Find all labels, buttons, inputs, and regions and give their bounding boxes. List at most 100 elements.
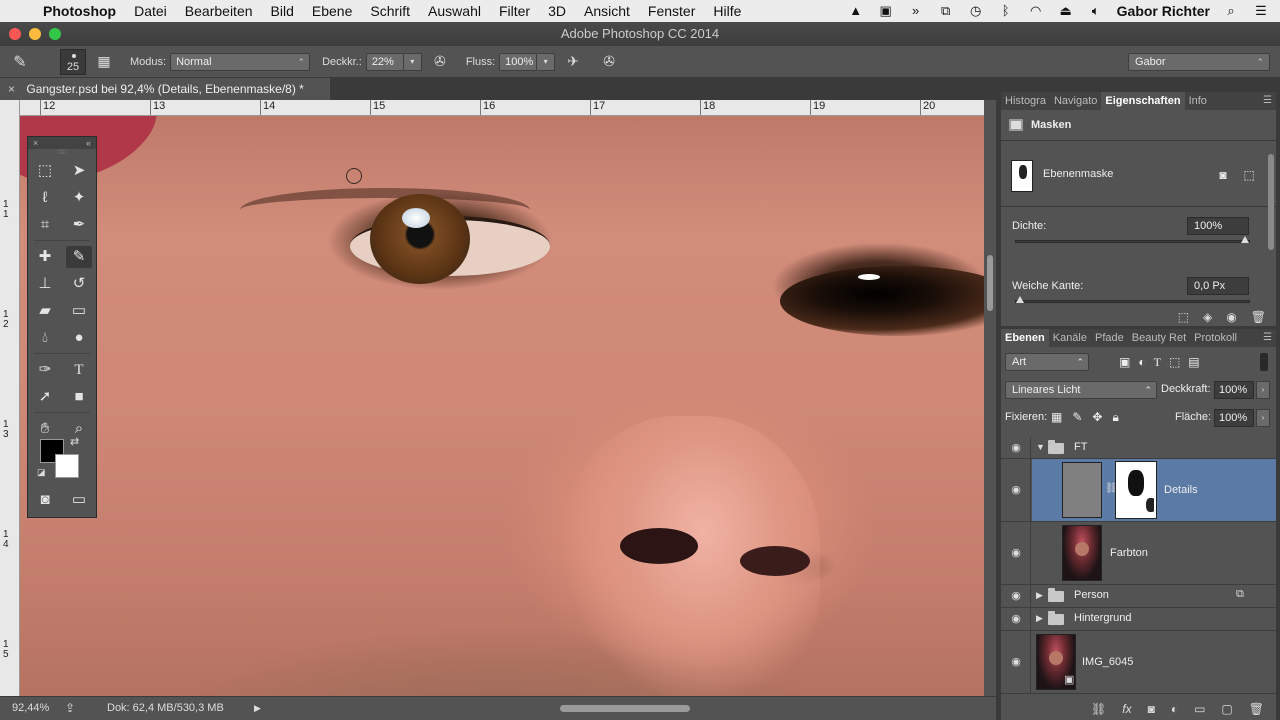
wifi-icon[interactable]: ◠ bbox=[1027, 4, 1045, 18]
tab-history[interactable]: Protokoll bbox=[1190, 329, 1241, 347]
close-tools-icon[interactable]: × bbox=[33, 137, 38, 149]
load-selection-icon[interactable]: ⬚ bbox=[1178, 308, 1189, 326]
delete-mask-icon[interactable]: 🗑︎ bbox=[1251, 308, 1266, 326]
lock-position-icon[interactable]: ✥ bbox=[1092, 409, 1102, 425]
menu-photoshop[interactable]: Photoshop bbox=[34, 3, 125, 19]
blend-mode-select[interactable]: Lineares Licht bbox=[1005, 381, 1157, 399]
delete-layer-icon[interactable]: 🗑︎ bbox=[1249, 698, 1264, 720]
lasso-tool-icon[interactable]: ℓ bbox=[32, 187, 58, 209]
quick-selection-tool-icon[interactable]: ✦ bbox=[66, 187, 92, 209]
canvas-vertical-scrollbar[interactable] bbox=[984, 100, 996, 696]
menu-bearbeiten[interactable]: Bearbeiten bbox=[176, 3, 262, 19]
tab-histogram[interactable]: Histogra bbox=[1001, 92, 1050, 110]
healing-brush-tool-icon[interactable]: ✚ bbox=[32, 246, 58, 268]
menu-schrift[interactable]: Schrift bbox=[361, 3, 419, 19]
visibility-eye-icon[interactable]: ◉ bbox=[1007, 589, 1025, 602]
zoom-window-button[interactable] bbox=[49, 28, 61, 40]
tab-navigator[interactable]: Navigato bbox=[1050, 92, 1101, 110]
quick-mask-icon[interactable]: ◙ bbox=[32, 489, 58, 511]
brush-tool-icon[interactable]: ✎ bbox=[66, 245, 92, 268]
layer-thumbnail[interactable] bbox=[1062, 462, 1102, 518]
tools-panel-header[interactable]: × « bbox=[28, 137, 96, 149]
layer-filter-select[interactable]: Art bbox=[1005, 353, 1089, 371]
hat-icon[interactable]: ▲ bbox=[847, 4, 865, 18]
properties-panel-menu-icon[interactable]: ☰ bbox=[1263, 92, 1276, 110]
type-tool-icon[interactable]: T bbox=[66, 359, 92, 381]
path-selection-tool-icon[interactable]: ➚ bbox=[32, 386, 58, 408]
eject-icon[interactable]: ⏏ bbox=[1057, 4, 1075, 18]
add-mask-icon[interactable]: ◙ bbox=[1148, 698, 1155, 720]
apply-mask-icon[interactable]: ◈ bbox=[1203, 308, 1212, 326]
search-icon[interactable]: ⌕ bbox=[1222, 4, 1240, 18]
feather-slider-knob[interactable] bbox=[1016, 296, 1024, 303]
filter-pixel-icon[interactable]: ▣ bbox=[1119, 353, 1130, 371]
group-expanded-icon[interactable]: ▼ bbox=[1036, 442, 1045, 452]
camera-icon[interactable]: ▣ bbox=[877, 4, 895, 18]
layer-row-hintergrund[interactable]: ◉ ▶ Hintergrund bbox=[1001, 608, 1276, 631]
airbrush-icon[interactable]: ✈ bbox=[561, 53, 585, 70]
new-group-icon[interactable]: ▭ bbox=[1194, 698, 1205, 720]
volume-icon[interactable]: 🔈︎ bbox=[1087, 4, 1105, 18]
marquee-tool-icon[interactable]: ⬚ bbox=[32, 160, 58, 182]
visibility-eye-icon[interactable]: ◉ bbox=[1007, 483, 1025, 496]
layer-row-farbton[interactable]: ◉ Farbton bbox=[1001, 522, 1276, 585]
tab-info[interactable]: Info bbox=[1185, 92, 1211, 110]
toggle-mask-visibility-icon[interactable]: ◉ bbox=[1226, 308, 1236, 326]
mode-select[interactable]: Normal bbox=[170, 52, 311, 71]
opacity-input[interactable]: 22% bbox=[365, 52, 404, 71]
hand-tool-icon[interactable]: ✋︎ bbox=[32, 418, 58, 440]
layers-panel-menu-icon[interactable]: ☰ bbox=[1263, 329, 1276, 347]
menu-3d[interactable]: 3D bbox=[539, 3, 575, 19]
history-brush-tool-icon[interactable]: ↺ bbox=[66, 273, 92, 295]
brush-panel-icon[interactable]: ▦ bbox=[92, 53, 116, 70]
canvas-horizontal-scroll-thumb[interactable] bbox=[560, 705, 690, 712]
brush-size-picker[interactable]: 25 bbox=[60, 48, 86, 75]
status-menu-arrow-icon[interactable]: ▶ bbox=[254, 697, 261, 719]
menu-hilfe[interactable]: Hilfe bbox=[704, 3, 750, 19]
minimize-window-button[interactable] bbox=[29, 28, 41, 40]
tab-channels[interactable]: Kanäle bbox=[1049, 329, 1091, 347]
crop-tool-icon[interactable]: ⌗ bbox=[32, 214, 58, 236]
canvas-vertical-scroll-thumb[interactable] bbox=[987, 255, 993, 311]
feather-slider[interactable] bbox=[1015, 296, 1250, 303]
document-canvas[interactable] bbox=[20, 116, 984, 696]
pressure-opacity-icon[interactable]: ✇ bbox=[428, 53, 452, 70]
visibility-eye-icon[interactable]: ◉ bbox=[1007, 441, 1025, 454]
menu-auswahl[interactable]: Auswahl bbox=[419, 3, 490, 19]
eyedropper-tool-icon[interactable]: ✒ bbox=[66, 214, 92, 236]
clone-stamp-tool-icon[interactable]: ⊥ bbox=[32, 273, 58, 295]
layer-row-ft[interactable]: ◉ ▼ FT bbox=[1001, 437, 1276, 459]
tab-paths[interactable]: Pfade bbox=[1091, 329, 1128, 347]
screen-mode-icon[interactable]: ▭ bbox=[66, 489, 92, 511]
feather-input[interactable]: 0,0 Px bbox=[1187, 277, 1249, 295]
flow-input[interactable]: 100% bbox=[499, 52, 538, 71]
pen-tool-icon[interactable]: ✑ bbox=[32, 359, 58, 381]
layer-row-img6045[interactable]: ◉ ▣ IMG_6045 bbox=[1001, 631, 1276, 694]
default-colors-icon[interactable]: ◪ bbox=[37, 467, 46, 478]
layer-filter-toggle[interactable] bbox=[1260, 353, 1268, 371]
horizontal-ruler[interactable]: 12 13 14 15 16 17 18 19 20 bbox=[20, 100, 984, 116]
lock-transparency-icon[interactable]: ▦ bbox=[1051, 409, 1062, 425]
document-tab[interactable]: × Gangster.psd bei 92,4% (Details, Ebene… bbox=[0, 78, 330, 100]
rectangle-tool-icon[interactable]: ■ bbox=[66, 386, 92, 408]
layer-opacity-input[interactable]: 100% bbox=[1214, 381, 1254, 399]
close-document-icon[interactable]: × bbox=[8, 82, 15, 96]
menu-ansicht[interactable]: Ansicht bbox=[575, 3, 639, 19]
close-window-button[interactable] bbox=[9, 28, 21, 40]
brush-tool-preset-icon[interactable]: ✎ bbox=[0, 52, 40, 72]
menu-ebene[interactable]: Ebene bbox=[303, 3, 361, 19]
layer-mask-thumbnail[interactable] bbox=[1115, 461, 1157, 519]
menu-datei[interactable]: Datei bbox=[125, 3, 176, 19]
collapse-tools-icon[interactable]: « bbox=[86, 137, 91, 149]
density-slider[interactable] bbox=[1015, 236, 1250, 243]
flow-dropdown-button[interactable]: ▾ bbox=[537, 52, 556, 71]
gradient-tool-icon[interactable]: ▭ bbox=[66, 300, 92, 322]
share-icon[interactable]: ⇪ bbox=[65, 697, 75, 719]
properties-scrollbar[interactable] bbox=[1268, 154, 1274, 250]
visibility-eye-icon[interactable]: ◉ bbox=[1007, 655, 1025, 668]
arrows-icon[interactable]: » bbox=[907, 4, 925, 18]
menu-fenster[interactable]: Fenster bbox=[639, 3, 704, 19]
group-collapsed-icon[interactable]: ▶ bbox=[1036, 613, 1043, 624]
blur-tool-icon[interactable]: 💧︎ bbox=[32, 327, 58, 349]
group-collapsed-icon[interactable]: ▶ bbox=[1036, 590, 1043, 601]
